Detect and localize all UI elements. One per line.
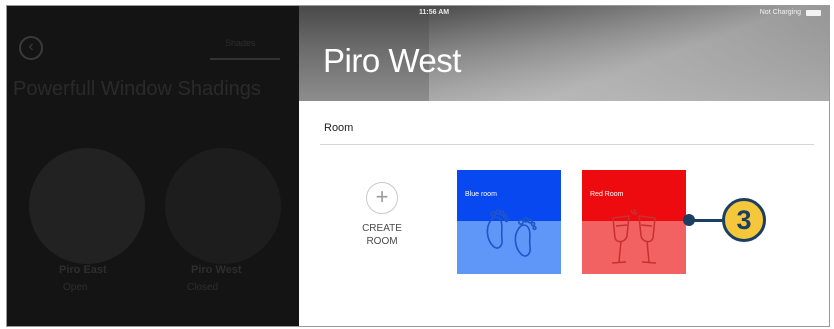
app-window: ‹ Shades Powerfull Window Shadings Piro … xyxy=(6,5,830,327)
device-status: Closed xyxy=(187,282,219,293)
tab-underline xyxy=(210,58,280,60)
page-heading: Powerfull Window Shadings xyxy=(13,78,261,100)
device-status: Open xyxy=(63,282,88,293)
device-name: Piro East xyxy=(59,264,107,276)
room-tile-red[interactable]: Red Room xyxy=(582,170,686,274)
plus-icon: + xyxy=(366,182,398,214)
room-name: Blue room xyxy=(465,191,497,198)
status-charging: Not Charging xyxy=(759,9,801,16)
create-room-button[interactable]: + CREATE ROOM xyxy=(339,182,425,248)
section-divider xyxy=(320,144,814,145)
header-banner: 11:56 AM Not Charging Piro West xyxy=(299,6,829,101)
create-room-label: CREATE ROOM xyxy=(362,223,402,247)
header-photo xyxy=(429,6,829,101)
room-panel: 11:56 AM Not Charging Piro West Room + C… xyxy=(299,6,829,326)
footprints-icon xyxy=(486,209,537,257)
section-label: Room xyxy=(324,122,354,134)
back-arrow-icon[interactable]: ‹ xyxy=(19,36,43,60)
callout-number: 3 xyxy=(722,198,766,242)
device-circle-east xyxy=(29,148,145,264)
wine-glasses-icon xyxy=(611,208,657,264)
callout-dot xyxy=(683,214,695,226)
device-circle-west xyxy=(165,148,281,264)
room-tile-blue[interactable]: Blue room xyxy=(457,170,561,274)
device-name: Piro West xyxy=(191,264,242,276)
battery-icon xyxy=(806,10,821,16)
status-time: 11:56 AM xyxy=(419,9,450,16)
background-panel: ‹ Shades Powerfull Window Shadings Piro … xyxy=(7,6,299,326)
top-tab-label: Shades xyxy=(225,38,256,48)
room-name: Red Room xyxy=(590,191,624,198)
page-title: Piro West xyxy=(323,42,461,79)
